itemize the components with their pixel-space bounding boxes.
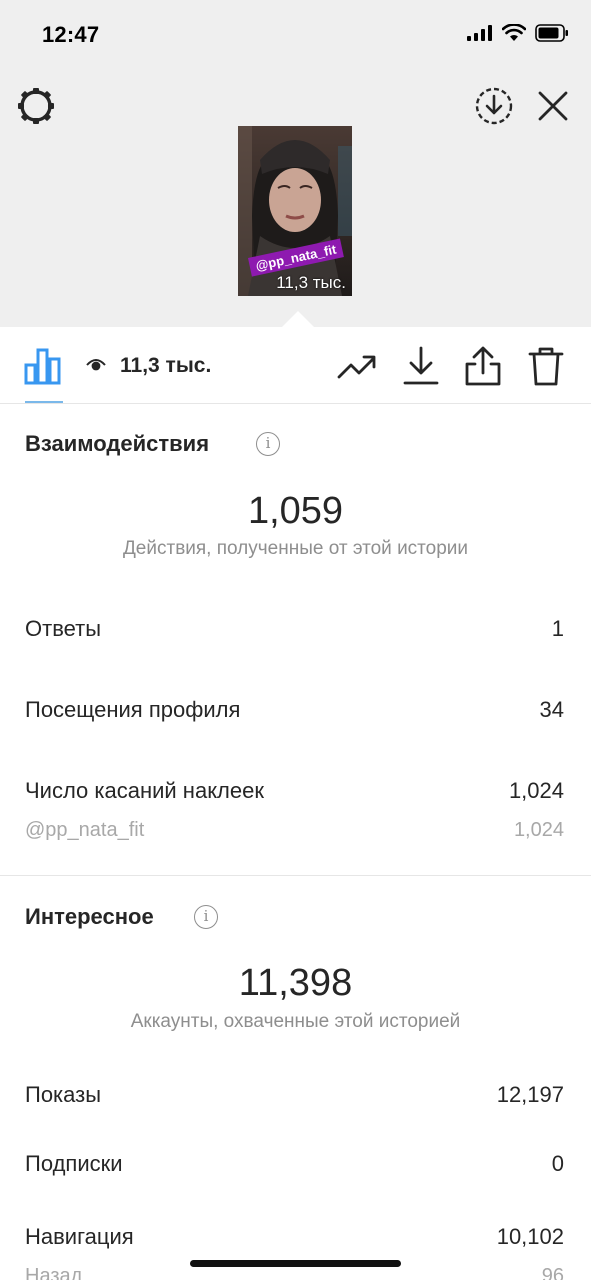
status-time: 12:47 <box>42 22 100 47</box>
row-label-impressions: Показы <box>25 1082 102 1107</box>
interactions-title: Взаимодействия <box>25 431 210 456</box>
settings-icon[interactable] <box>16 86 56 126</box>
download-icon[interactable] <box>400 345 442 387</box>
save-story-icon[interactable] <box>474 86 514 126</box>
row-value-profile-visits: 34 <box>539 697 564 722</box>
row-label-profile-visits: Посещения профиля <box>25 697 241 722</box>
interactions-total: 1,059 <box>247 490 344 532</box>
row-value-navigation: 10,102 <box>496 1224 564 1249</box>
row-value-sticker-mention: 1,024 <box>513 819 564 841</box>
discovery-info-icon[interactable]: i <box>194 905 218 929</box>
row-label-follows: Подписки <box>25 1151 123 1176</box>
row-value-follows: 0 <box>551 1151 564 1176</box>
close-icon[interactable] <box>535 88 571 124</box>
viewer-count[interactable]: 11,3 тыс. <box>120 354 211 378</box>
section-divider <box>0 875 591 876</box>
discovery-total: 11,398 <box>238 962 353 1004</box>
row-label-sticker-mention: @pp_nata_fit <box>25 819 145 841</box>
row-value-sticker-taps: 1,024 <box>508 778 564 803</box>
home-indicator[interactable] <box>190 1260 401 1267</box>
discovery-caption: Аккаунты, охваченные этой историей <box>130 1011 461 1032</box>
insights-icon[interactable] <box>22 347 64 385</box>
interactions-caption: Действия, полученные от этой истории <box>122 538 469 559</box>
row-label-back: Назад <box>25 1265 83 1280</box>
selection-pointer <box>282 311 314 327</box>
row-value-back: 96 <box>541 1265 564 1280</box>
trending-icon[interactable] <box>336 345 378 387</box>
active-tab-indicator <box>25 401 63 403</box>
row-value-replies: 1 <box>551 616 564 641</box>
insights-toolbar: 11,3 тыс. <box>0 327 591 404</box>
thumbnail-view-count: 11,3 тыс. <box>276 273 346 292</box>
trash-icon[interactable] <box>525 345 567 387</box>
row-label-navigation: Навигация <box>25 1224 134 1249</box>
story-header: 12:47 @pp_nata_fit 11,3 тыс. <box>0 0 591 327</box>
row-value-impressions: 12,197 <box>496 1082 564 1107</box>
signal-icon <box>467 25 492 41</box>
discovery-title: Интересное <box>25 904 154 929</box>
share-icon[interactable] <box>462 345 504 387</box>
story-thumbnail[interactable]: @pp_nata_fit 11,3 тыс. <box>238 126 352 296</box>
wifi-icon <box>502 24 526 41</box>
status-icons <box>467 24 569 42</box>
interactions-info-icon[interactable]: i <box>256 432 280 456</box>
battery-icon <box>535 24 568 42</box>
row-label-sticker-taps: Число касаний наклеек <box>25 778 264 803</box>
row-label-replies: Ответы <box>25 616 102 641</box>
eye-icon <box>86 359 106 371</box>
